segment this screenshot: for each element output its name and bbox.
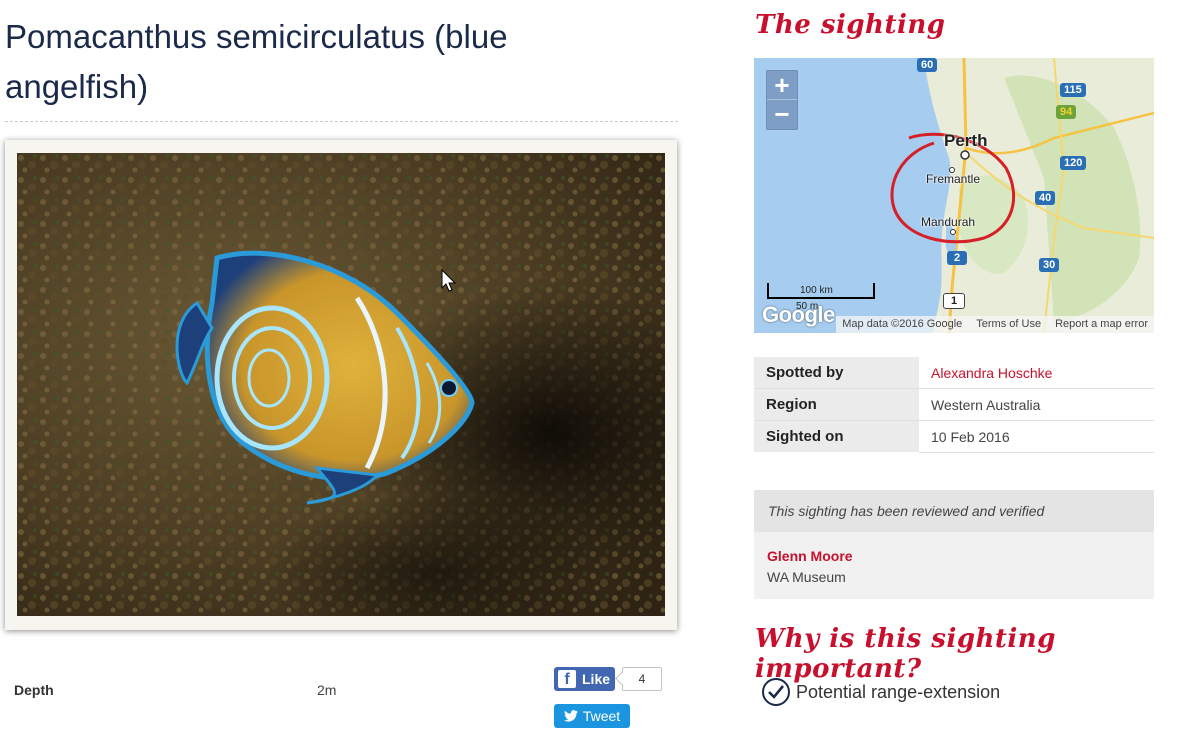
road-shield-94: 94: [1056, 105, 1077, 119]
google-logo[interactable]: Google: [762, 302, 835, 328]
report-map-error-link[interactable]: Report a map error: [1055, 316, 1148, 333]
verification-box: This sighting has been reviewed and veri…: [754, 490, 1154, 599]
tweet-label: Tweet: [582, 708, 621, 724]
sighting-photo[interactable]: [17, 153, 665, 616]
map-data-credit: Map data ©2016 Google: [842, 318, 963, 330]
road-shield-120: 120: [1060, 156, 1087, 170]
table-row: Spotted by Alexandra Hoschke: [754, 357, 1154, 389]
zoom-out-button[interactable]: −: [767, 100, 797, 128]
twitter-icon: [563, 710, 578, 722]
depth-label: Depth: [14, 682, 54, 698]
verifier-organisation: WA Museum: [767, 569, 846, 585]
road-shield-30: 30: [1039, 258, 1060, 272]
map-zoom-control: + −: [766, 70, 798, 130]
sighting-heading: The sighting: [755, 10, 946, 40]
verification-note: This sighting has been reviewed and veri…: [754, 490, 1154, 532]
region-label: Region: [754, 388, 919, 421]
spotted-by-label: Spotted by: [754, 357, 919, 389]
importance-reason: Potential range-extension: [762, 678, 1000, 706]
like-label: Like: [582, 671, 611, 687]
reason-text: Potential range-extension: [796, 681, 1001, 702]
sighting-details-table: Spotted by Alexandra Hoschke Region West…: [754, 357, 1154, 453]
region-value: Western Australia: [919, 388, 1154, 421]
title-divider: [5, 121, 678, 122]
table-row: Region Western Australia: [754, 388, 1154, 421]
depth-value: 2m: [317, 682, 337, 698]
road-shield-60: 60: [917, 58, 938, 72]
road-shield-2: 2: [947, 251, 967, 265]
road-shield-115: 115: [1060, 83, 1086, 97]
like-count-badge: 4: [622, 667, 662, 691]
check-circle-icon: [762, 678, 790, 706]
sighted-on-label: Sighted on: [754, 420, 919, 453]
facebook-like-button[interactable]: f Like: [554, 667, 615, 691]
map-label-perth: Perth: [944, 131, 988, 150]
table-row: Sighted on 10 Feb 2016: [754, 420, 1154, 453]
page-title: Pomacanthus semicirculatus (blue angelfi…: [5, 18, 508, 105]
spotter-link[interactable]: Alexandra Hoschke: [931, 365, 1052, 381]
sighted-on-value: 10 Feb 2016: [919, 420, 1154, 453]
map-attribution: Map data ©2016 Google Terms of Use Repor…: [836, 316, 1154, 333]
road-shield-40: 40: [1035, 191, 1056, 205]
sighting-map[interactable]: Perth Fremantle Mandurah 60 115 94 120 4…: [754, 58, 1154, 333]
map-label-fremantle: Fremantle: [926, 172, 981, 186]
spotted-by-value: Alexandra Hoschke: [919, 357, 1154, 389]
terms-of-use-link[interactable]: Terms of Use: [976, 316, 1041, 333]
tweet-button[interactable]: Tweet: [554, 704, 630, 728]
facebook-icon: f: [558, 670, 576, 688]
photo-frame: [5, 140, 677, 630]
importance-heading: Why is this sighting important?: [755, 624, 1056, 684]
road-shield-1: 1: [943, 293, 965, 309]
verifier-name[interactable]: Glenn Moore: [767, 548, 853, 564]
map-label-mandurah: Mandurah: [921, 215, 976, 229]
scale-label-100km: 100 km: [800, 285, 833, 296]
zoom-in-button[interactable]: +: [767, 71, 797, 100]
